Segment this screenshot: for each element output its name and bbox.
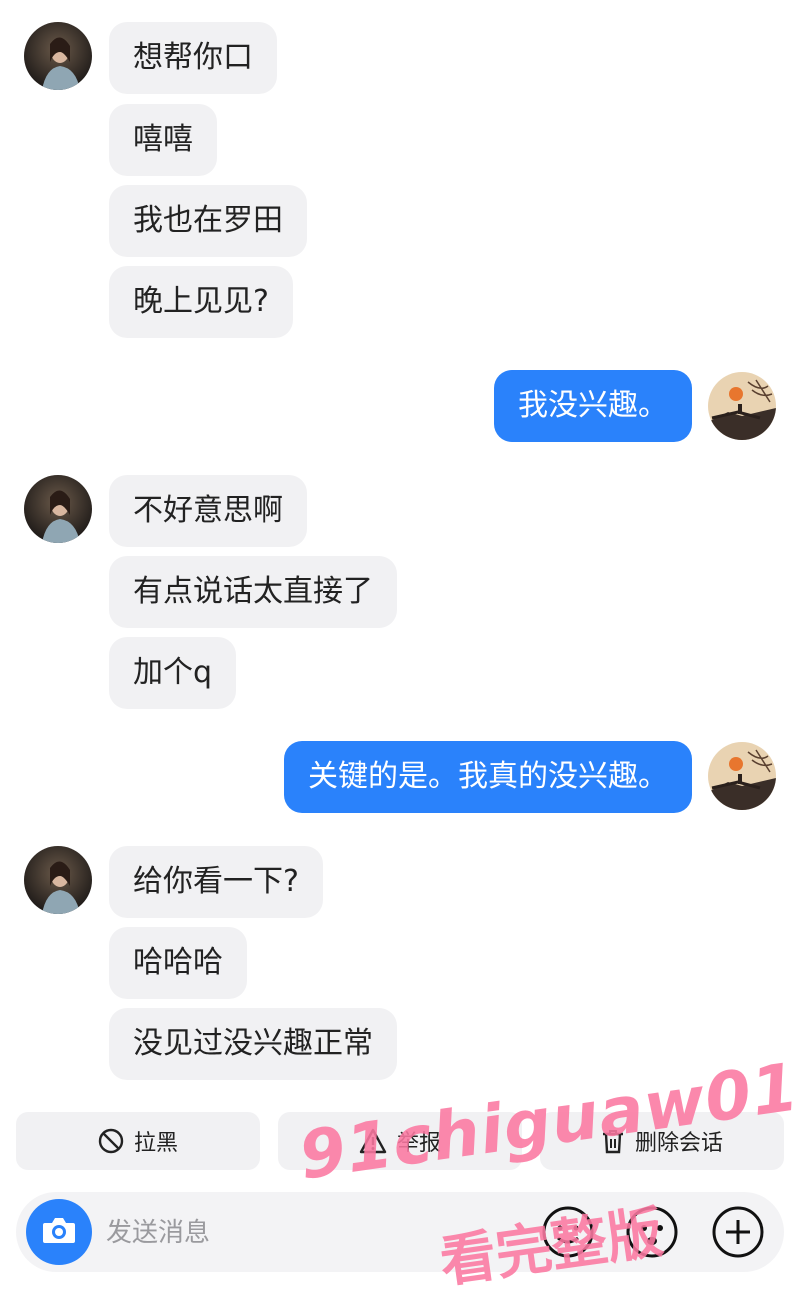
- user-avatar[interactable]: [708, 372, 776, 440]
- sticker-button[interactable]: [540, 1204, 596, 1260]
- contact-avatar[interactable]: [24, 475, 92, 543]
- incoming-message[interactable]: 我也在罗田: [109, 185, 307, 257]
- warning-icon: [359, 1128, 387, 1154]
- camera-button[interactable]: [26, 1199, 92, 1265]
- plus-icon: [710, 1204, 766, 1260]
- delete-label: 删除会话: [634, 1131, 723, 1156]
- emoji-icon: [624, 1204, 680, 1260]
- delete-conversation-button[interactable]: 删除会话: [540, 1112, 784, 1170]
- outgoing-message[interactable]: 关键的是。我真的没兴趣。: [284, 741, 692, 813]
- incoming-message[interactable]: 有点说话太直接了: [109, 556, 397, 628]
- incoming-message[interactable]: 给你看一下?: [109, 846, 323, 918]
- chat-screen: 想帮你口 嘻嘻 我也在罗田 晚上见见? 我没兴趣。 不好意思啊 有点说话太直接了…: [0, 0, 800, 1304]
- contact-avatar[interactable]: [24, 22, 92, 90]
- emoji-button[interactable]: [624, 1204, 680, 1260]
- contact-avatar[interactable]: [24, 846, 92, 914]
- more-button[interactable]: [710, 1204, 766, 1260]
- block-button[interactable]: 拉黑: [16, 1112, 260, 1170]
- message-input[interactable]: [104, 1206, 508, 1260]
- incoming-message[interactable]: 加个q: [109, 637, 237, 709]
- incoming-message[interactable]: 嘻嘻: [109, 104, 217, 176]
- report-button[interactable]: 举报: [278, 1112, 522, 1170]
- block-icon: [98, 1128, 124, 1154]
- user-avatar[interactable]: [708, 742, 776, 810]
- block-label: 拉黑: [133, 1131, 178, 1156]
- incoming-message[interactable]: 没见过没兴趣正常: [109, 1008, 397, 1080]
- outgoing-message[interactable]: 我没兴趣。: [494, 370, 692, 442]
- incoming-message[interactable]: 想帮你口: [109, 22, 277, 94]
- trash-icon: [601, 1128, 625, 1154]
- message-composer: [16, 1192, 784, 1272]
- conversation-actions: 拉黑 举报 删除会话: [16, 1112, 784, 1170]
- incoming-message[interactable]: 哈哈哈: [109, 927, 247, 999]
- message-list[interactable]: 想帮你口 嘻嘻 我也在罗田 晚上见见? 我没兴趣。 不好意思啊 有点说话太直接了…: [0, 0, 800, 1090]
- incoming-message[interactable]: 晚上见见?: [109, 266, 293, 338]
- incoming-message[interactable]: 不好意思啊: [109, 475, 307, 547]
- report-label: 举报: [396, 1131, 441, 1156]
- camera-icon: [41, 1215, 77, 1249]
- sticker-icon: [540, 1204, 596, 1260]
